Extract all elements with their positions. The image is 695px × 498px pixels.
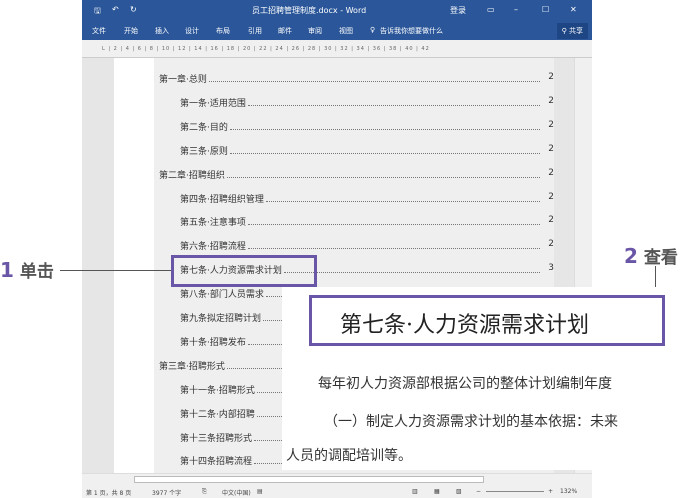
toc-entry-text: 第二条·目的 — [180, 122, 228, 133]
web-layout-icon[interactable]: ▧ — [456, 488, 462, 495]
toc-entry-text: 第一章·总则 — [159, 75, 207, 85]
toc-entry[interactable]: 第二章·招聘组织 2 — [154, 168, 554, 181]
toc-entry-text: 第十四条招聘流程 — [180, 457, 253, 468]
leader-dots — [229, 120, 540, 130]
toc-entry-text: 第五条·注意事项 — [180, 218, 246, 229]
toc-entry-text: 第三章·招聘形式 — [159, 361, 225, 372]
person-icon: ⚲ — [561, 27, 569, 35]
toc-entry-text: 第三条·原则 — [180, 146, 228, 157]
toc-entry-text: 第六条·招聘流程 — [180, 242, 246, 253]
read-mode-icon[interactable]: ▥ — [412, 488, 418, 495]
zoomed-heading: 第七条·人力资源需求计划 — [309, 295, 665, 346]
body-line-1: 每年初人力资源部根据公司的整体计划编制年度 — [318, 376, 612, 392]
ribbon-tabs: 文件 开始 插入 设计 布局 引用 邮件 审阅 视图 ♀ 告诉我你想要做什么 ⚲… — [82, 20, 592, 40]
window-title: 员工招聘管理制度.docx - Word — [252, 6, 367, 15]
toc-entry-text: 第二章·招聘组织 — [159, 170, 225, 181]
toc-entry-text: 第八条·部门人员需求 — [180, 290, 264, 301]
toc-page-number: 2 — [548, 215, 554, 226]
toc-entry-text: 第一条·适用范围 — [180, 98, 246, 109]
step-label: 单击 — [19, 262, 54, 282]
language[interactable]: 中文(中国) — [222, 488, 251, 497]
toc-entry-text: 第四条·招聘组织管理 — [180, 194, 264, 205]
ruler[interactable]: L | 2 | 4 | 6 | 8 | 10 | 12 | 14 | 16 | … — [82, 40, 592, 58]
tell-me-input[interactable]: 告诉我你想要做什么 — [380, 26, 443, 36]
toc-page-number: 2 — [548, 72, 554, 82]
zoomed-heading-panel: 第七条·人力资源需求计划 每年初人力资源部根据公司的整体计划编制年度 （一）制定… — [282, 287, 695, 470]
minimize-icon[interactable]: – — [514, 5, 518, 14]
toc-page-number: 2 — [548, 191, 554, 202]
word-count[interactable]: 3977 个字 — [152, 488, 181, 497]
toc-entry[interactable]: 第四条·招聘组织管理 2 — [154, 192, 554, 205]
save-icon[interactable]: 🖫 — [94, 5, 101, 19]
toc-entry[interactable]: 第五条·注意事项 2 — [154, 215, 554, 228]
zoom-out-button[interactable]: − — [476, 488, 481, 495]
toc-page-number: 2 — [548, 143, 554, 154]
toc-entry-text: 第十二条·内部招聘 — [180, 409, 255, 420]
proofing-icon[interactable]: ⎘ — [202, 488, 207, 496]
toc-page-number: 2 — [548, 95, 554, 106]
toc-page-number: 2 — [548, 167, 554, 178]
share-button[interactable]: ⚲ 共享 — [556, 23, 588, 39]
toc-entry[interactable]: 第三条·原则 2 — [154, 144, 554, 157]
callout-highlight-box — [171, 255, 317, 287]
toc-page-number: 2 — [548, 119, 554, 130]
leader-dots — [265, 192, 540, 202]
page-count[interactable]: 第 1 页，共 8 页 — [86, 488, 131, 497]
callout-step-1: 1 单击 — [0, 257, 54, 282]
lightbulb-icon: ♀ — [370, 26, 376, 34]
callout-line-1 — [60, 270, 171, 271]
step-number: 2 — [624, 244, 638, 268]
print-layout-icon[interactable]: ▦ — [434, 488, 440, 495]
toc-page-number: 3 — [548, 263, 554, 274]
toc-entry[interactable]: 第二条·目的 2 — [154, 120, 554, 133]
leader-dots — [247, 96, 540, 106]
toc-entry-text: 第十三条招聘形式 — [180, 433, 253, 444]
tab-insert[interactable]: 插入 — [155, 26, 169, 36]
toc-entry[interactable]: 第六条·招聘流程 2 — [154, 239, 554, 252]
leader-dots — [226, 168, 540, 178]
close-icon[interactable]: ✕ — [570, 5, 577, 14]
leader-dots — [229, 144, 540, 154]
toc-entry-text: 第十一条·招聘形式 — [180, 385, 255, 396]
leader-dots — [247, 215, 540, 226]
maximize-icon[interactable]: ☐ — [542, 5, 549, 14]
toc-entry-text: 第九条拟定招聘计划 — [180, 314, 262, 324]
tab-design[interactable]: 设计 — [185, 26, 199, 36]
tab-home[interactable]: 开始 — [124, 26, 138, 36]
toc-entry[interactable]: 第一条·适用范围 2 — [154, 96, 554, 109]
tab-mailings[interactable]: 邮件 — [278, 26, 292, 36]
body-line-2: （一）制定人力资源需求计划的基本依据：未来 — [324, 414, 618, 430]
step-number: 1 — [0, 258, 14, 282]
toc-entry-text: 第十条·招聘发布 — [180, 337, 246, 348]
tab-file[interactable]: 文件 — [92, 26, 106, 36]
status-bar: 第 1 页，共 8 页 3977 个字 ⎘ 中文(中国) ▤ ▥ ▦ ▧ − +… — [82, 485, 592, 498]
redo-icon[interactable]: ↻ — [130, 5, 137, 14]
toc-entry[interactable]: 第一章·总则 2 — [154, 72, 554, 85]
zoom-in-button[interactable]: + — [548, 488, 553, 495]
macro-icon[interactable]: ▤ — [257, 488, 263, 495]
tab-review[interactable]: 审阅 — [308, 26, 322, 36]
tab-layout[interactable]: 布局 — [216, 26, 230, 36]
step-label: 查看 — [643, 248, 678, 268]
share-label: 共享 — [569, 27, 583, 35]
undo-icon[interactable]: ↶ — [112, 5, 119, 14]
tab-view[interactable]: 视图 — [339, 26, 353, 36]
zoom-slider[interactable] — [486, 491, 544, 492]
scroll-thumb[interactable] — [134, 476, 484, 483]
leader-dots — [208, 72, 540, 82]
leader-dots — [247, 239, 540, 250]
title-bar: 🖫 ↶ ↻ 员工招聘管理制度.docx - Word 登录 ▭ – ☐ ✕ — [82, 0, 592, 20]
callout-step-2: 2 查看 — [624, 243, 678, 268]
login-link[interactable]: 登录 — [450, 5, 466, 16]
leader-dots — [283, 263, 540, 274]
ribbon-display-icon[interactable]: ▭ — [487, 5, 495, 14]
zoom-level[interactable]: 132% — [560, 488, 577, 495]
tab-references[interactable]: 引用 — [248, 26, 262, 36]
body-line-3: 人员的调配培训等。 — [286, 448, 412, 464]
toc-page-number: 2 — [548, 239, 554, 250]
horizontal-scrollbar[interactable] — [82, 473, 592, 485]
